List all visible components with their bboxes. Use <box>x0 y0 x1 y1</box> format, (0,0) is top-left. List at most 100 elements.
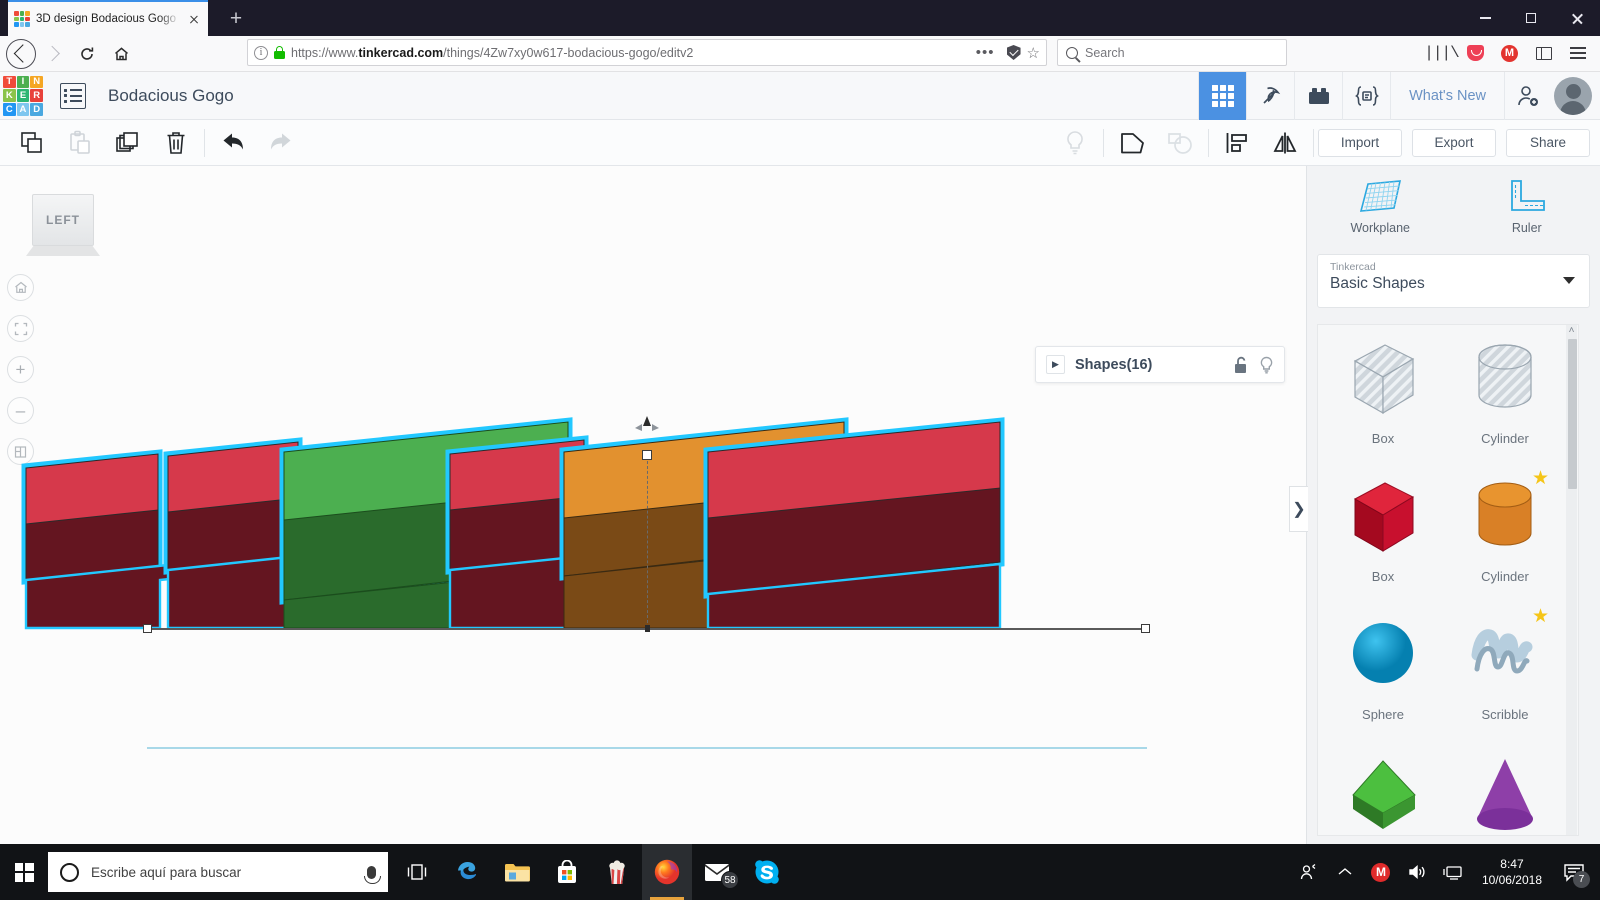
taskbar-search-input[interactable]: Escribe aquí para buscar <box>48 852 388 892</box>
logo-letter: D <box>30 102 43 116</box>
undo-icon[interactable] <box>209 120 257 166</box>
delete-icon[interactable] <box>152 120 200 166</box>
shape-item-box-solid[interactable]: Box <box>1324 471 1442 609</box>
action-center-icon[interactable]: 7 <box>1554 844 1594 900</box>
copy-icon[interactable] <box>8 120 56 166</box>
sidebar-tools: Workplane Ruler <box>1307 166 1600 246</box>
logo-letter: K <box>3 89 16 102</box>
new-tab-button[interactable]: + <box>222 6 250 34</box>
page-title[interactable]: Bodacious Gogo <box>108 86 234 106</box>
selection-handle-center[interactable] <box>645 625 650 632</box>
tinkercad-logo[interactable]: TIN KER CAD <box>0 73 46 119</box>
whats-new-link[interactable]: What's New <box>1390 71 1504 120</box>
reload-icon[interactable] <box>70 39 104 69</box>
list-menu-icon[interactable] <box>60 82 86 109</box>
shape-box-6[interactable] <box>703 417 1005 630</box>
export-button[interactable]: Export <box>1412 128 1496 157</box>
grid-view-icon[interactable] <box>1198 71 1247 120</box>
lightbulb-icon[interactable] <box>1259 356 1274 374</box>
mail-icon[interactable]: 58 <box>692 844 742 900</box>
shape-item-cylinder-hole[interactable]: Cylinder <box>1446 333 1564 471</box>
taskbar-clock[interactable]: 8:47 10/06/2018 <box>1472 856 1552 888</box>
share-button[interactable]: Share <box>1506 128 1590 157</box>
edge-icon[interactable] <box>442 844 492 900</box>
workplane-tool[interactable]: Workplane <box>1307 166 1454 246</box>
malwarebytes-icon[interactable]: M <box>1364 844 1398 900</box>
pocket-shield-icon[interactable] <box>1006 45 1021 60</box>
menu-hamburger-icon[interactable] <box>1563 40 1592 66</box>
browser-search-bar[interactable]: Search <box>1057 39 1287 66</box>
chevron-right-icon[interactable]: ▶ <box>1046 355 1065 374</box>
close-icon[interactable] <box>186 11 202 27</box>
add-user-icon[interactable] <box>1504 71 1550 120</box>
unlock-icon[interactable] <box>1233 356 1249 374</box>
mirror-icon[interactable] <box>1261 120 1309 166</box>
chevron-down-icon[interactable] <box>1563 277 1575 284</box>
library-icon[interactable]: |||\ <box>1424 40 1459 66</box>
skype-icon[interactable] <box>742 844 792 900</box>
featured-star-icon: ★ <box>1532 468 1550 489</box>
popcorn-time-icon[interactable] <box>592 844 642 900</box>
minimize-icon[interactable] <box>1462 0 1508 36</box>
align-icon[interactable] <box>1213 120 1261 166</box>
logo-letter: C <box>3 102 16 116</box>
windows-start-icon[interactable] <box>0 844 48 900</box>
file-explorer-icon[interactable] <box>492 844 542 900</box>
scrollbar-thumb[interactable] <box>1568 339 1577 489</box>
lego-brick-icon[interactable] <box>1294 71 1342 120</box>
shape-library-dropdown[interactable]: Tinkercad Basic Shapes <box>1317 254 1590 308</box>
back-arrow-icon[interactable] <box>6 38 36 69</box>
pocket-icon[interactable] <box>1461 40 1490 66</box>
network-display-icon[interactable] <box>1436 844 1470 900</box>
shape-item-sphere[interactable]: Sphere <box>1324 609 1442 747</box>
more-actions-icon[interactable]: ••• <box>970 44 1001 61</box>
panel-collapse-button[interactable]: ❯ <box>1289 486 1308 532</box>
avatar[interactable] <box>1554 76 1592 115</box>
tinkercad-favicon-icon <box>14 11 30 27</box>
home-icon[interactable] <box>104 39 138 69</box>
3d-canvas[interactable]: LEFT + – ▶ Shapes(16) <box>0 166 1306 844</box>
duplicate-icon[interactable] <box>104 120 152 166</box>
secure-lock-icon[interactable] <box>274 46 285 59</box>
bookmark-star-icon[interactable]: ☆ <box>1027 44 1040 62</box>
firefox-icon[interactable] <box>642 844 692 900</box>
forward-arrow-icon <box>36 39 70 69</box>
redo-icon <box>257 120 305 166</box>
address-bar[interactable]: i https://www.tinkercad.com/things/4Zw7x… <box>247 39 1047 66</box>
header-actions: What's New <box>1198 71 1600 120</box>
shape-library-grid[interactable]: Box Cylinder Box ★ Cylinder Sphere ★ Scr… <box>1317 324 1579 836</box>
selection-handle-top[interactable] <box>642 450 652 460</box>
scroll-up-icon[interactable]: ˄ <box>1566 325 1577 336</box>
taskbar-apps: 58 <box>392 844 792 900</box>
clock-date: 10/06/2018 <box>1481 873 1542 887</box>
shape-item-box-hole[interactable]: Box <box>1324 333 1442 471</box>
sidebar-icon[interactable] <box>1529 40 1558 66</box>
task-view-icon[interactable] <box>392 844 442 900</box>
ruler-icon <box>1506 178 1548 214</box>
shape-scene[interactable] <box>0 166 1306 844</box>
maximize-icon[interactable] <box>1508 0 1554 36</box>
show-hidden-icons-chevron[interactable] <box>1328 844 1362 900</box>
group-icon[interactable] <box>1108 120 1156 166</box>
code-blocks-icon[interactable] <box>1342 71 1390 120</box>
volume-icon[interactable] <box>1400 844 1434 900</box>
microsoft-store-icon[interactable] <box>542 844 592 900</box>
page-info-icon[interactable]: i <box>254 45 268 60</box>
shape-item-pyramid[interactable] <box>1324 747 1442 835</box>
shape-item-scribble[interactable]: ★ Scribble <box>1446 606 1564 747</box>
selection-handle-right[interactable] <box>1141 624 1150 633</box>
close-icon[interactable] <box>1554 0 1600 36</box>
ruler-tool[interactable]: Ruler <box>1454 166 1600 246</box>
browser-tab[interactable]: 3D design Bodacious Gogo | Tin <box>8 0 208 36</box>
microphone-icon[interactable] <box>364 865 381 884</box>
shape-item-cylinder-solid[interactable]: ★ Cylinder <box>1446 468 1564 609</box>
selection-handle-left[interactable] <box>143 624 152 633</box>
people-icon[interactable] <box>1292 844 1326 900</box>
import-button[interactable]: Import <box>1318 128 1402 157</box>
shapes-list-panel[interactable]: ▶ Shapes(16) <box>1035 346 1285 383</box>
pickaxe-icon[interactable] <box>1246 71 1294 120</box>
shape-group-selected[interactable] <box>21 417 1005 630</box>
shape-item-cone[interactable] <box>1446 747 1564 835</box>
gmail-icon[interactable]: M <box>1495 40 1524 66</box>
rotate-handle-icon[interactable] <box>635 416 659 431</box>
